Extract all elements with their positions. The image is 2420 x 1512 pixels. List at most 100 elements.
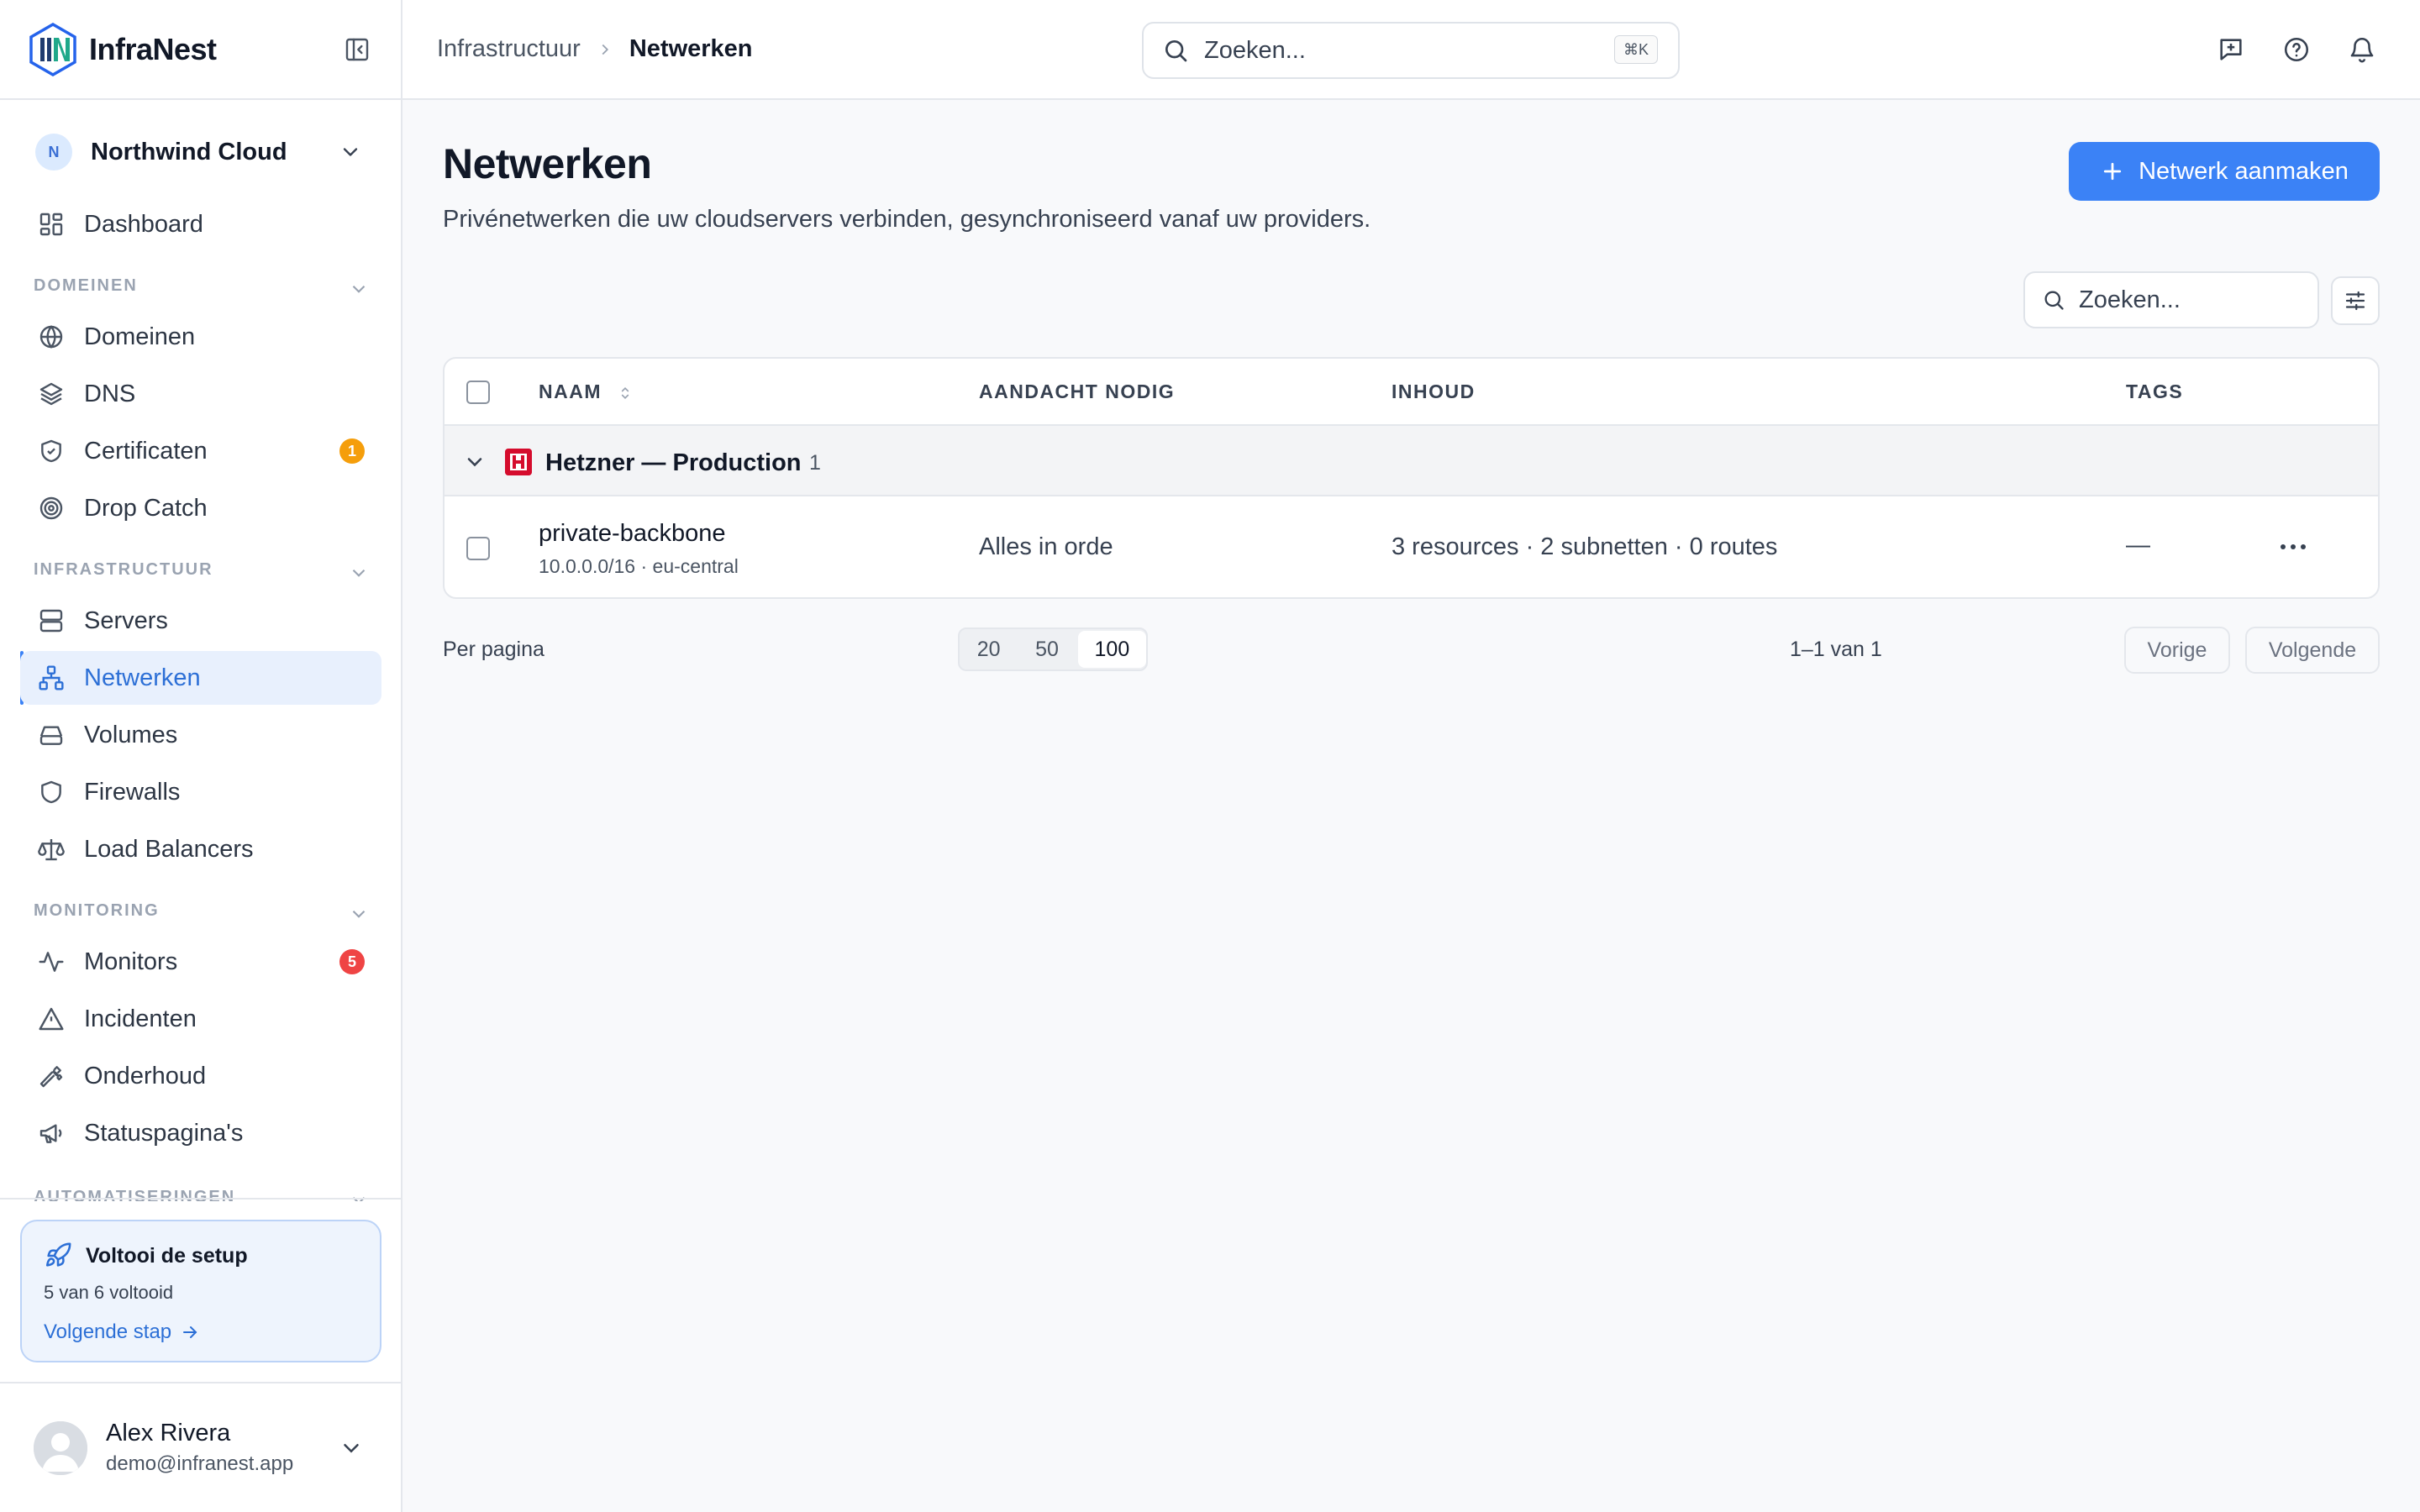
network-name[interactable]: private-backbone — [539, 520, 725, 548]
breadcrumb-infrastructuur[interactable]: Infrastructuur — [437, 35, 581, 63]
divider — [0, 1198, 401, 1200]
app-logo[interactable]: InfraNest — [29, 22, 217, 76]
hard-drive-icon — [37, 721, 66, 749]
collapse-sidebar-button[interactable] — [344, 36, 371, 63]
user-email: demo@infranest.app — [106, 1452, 294, 1475]
org-switcher[interactable]: N Northwind Cloud — [0, 115, 401, 189]
section-label: DOMEINEN — [34, 276, 138, 295]
bell-icon[interactable] — [2348, 35, 2376, 64]
sidebar-item-incidenten[interactable]: Incidenten — [20, 992, 381, 1046]
sort-icon — [621, 386, 629, 399]
network-content: 3 resources · 2 subnetten · 0 routes — [1392, 533, 1778, 560]
page-size-100[interactable]: 100 — [1077, 631, 1147, 668]
chevron-down-icon — [343, 148, 358, 156]
sidebar-item-label: Certificaten — [84, 437, 208, 465]
sidebar-item-statuspaginas[interactable]: Statuspagina's — [20, 1106, 381, 1160]
group-row-hetzner[interactable]: Hetzner — Production 1 — [445, 426, 2378, 496]
per-page-label: Per pagina — [443, 638, 544, 661]
org-name: Northwind Cloud — [91, 138, 287, 165]
previous-page-button[interactable]: Vorige — [2124, 627, 2230, 674]
chevron-right-icon — [602, 44, 608, 55]
sidebar-item-dashboard[interactable]: Dashboard — [20, 197, 381, 251]
wrench-icon — [37, 1062, 66, 1090]
sidebar-toggle-icon — [345, 38, 369, 61]
sidebar-item-netwerken[interactable]: Netwerken — [20, 651, 381, 705]
sidebar-item-onderhoud[interactable]: Onderhoud — [20, 1049, 381, 1103]
user-menu[interactable]: Alex Rivera demo@infranest.app — [0, 1382, 401, 1512]
shield-icon — [37, 778, 66, 806]
networks-table: NAAM AANDACHT NODIG INHOUD TAGS Hetzner … — [443, 357, 2380, 599]
feedback-icon[interactable] — [2217, 35, 2245, 64]
column-header-aandacht: AANDACHT NODIG — [979, 381, 1176, 402]
sidebar-item-drop-catch[interactable]: Drop Catch — [20, 481, 381, 535]
select-all-checkbox[interactable] — [466, 381, 490, 404]
main-content: Infrastructuur Netwerken Zoeken... ⌘K Ne… — [402, 0, 2420, 1512]
section-domains-toggle[interactable]: DOMEINEN — [34, 276, 370, 302]
sidebar: InfraNest N Northwind Cloud Dashboard DO… — [0, 0, 402, 1512]
app-name: InfraNest — [89, 31, 217, 66]
sidebar-item-monitors[interactable]: Monitors 5 — [20, 935, 381, 989]
target-icon — [37, 494, 66, 522]
chevron-down-icon — [352, 910, 366, 918]
monitors-count-badge: 5 — [339, 949, 365, 974]
help-icon[interactable] — [2282, 35, 2311, 64]
sidebar-item-label: Onderhoud — [84, 1062, 207, 1089]
sidebar-item-volumes[interactable]: Volumes — [20, 708, 381, 762]
sidebar-item-dns[interactable]: DNS — [20, 367, 381, 421]
arrow-right-icon — [183, 1326, 197, 1338]
column-label: NAAM — [539, 381, 602, 402]
chevron-down-icon — [344, 1444, 359, 1453]
infranest-logo-icon — [29, 22, 76, 76]
sidebar-item-certificaten[interactable]: Certificaten 1 — [20, 424, 381, 478]
section-monitoring-toggle[interactable]: MONITORING — [34, 901, 370, 927]
table-search-input[interactable]: Zoeken... — [2023, 271, 2319, 328]
column-settings-button[interactable] — [2331, 276, 2380, 325]
layers-icon — [37, 380, 66, 408]
user-silhouette-icon — [34, 1420, 87, 1475]
column-header-naam[interactable]: NAAM — [539, 381, 634, 403]
sidebar-item-label: Load Balancers — [84, 835, 254, 863]
page-title: Netwerken — [443, 140, 652, 187]
sidebar-item-domeinen[interactable]: Domeinen — [20, 310, 381, 364]
section-label: INFRASTRUCTUUR — [34, 560, 213, 579]
hetzner-logo-icon — [505, 449, 532, 475]
row-checkbox[interactable] — [466, 537, 490, 560]
sidebar-item-label: Servers — [84, 606, 168, 634]
sidebar-item-label: Dashboard — [84, 210, 203, 238]
sidebar-item-load-balancers[interactable]: Load Balancers — [20, 822, 381, 876]
rocket-icon — [45, 1242, 71, 1267]
topbar-actions — [2217, 35, 2376, 64]
next-page-button[interactable]: Volgende — [2245, 627, 2380, 674]
column-header-inhoud: INHOUD — [1392, 381, 1476, 402]
shortcut-hint: ⌘K — [1613, 35, 1658, 64]
sidebar-item-firewalls[interactable]: Firewalls — [20, 765, 381, 819]
search-placeholder: Zoeken... — [1204, 36, 1306, 64]
next-step-label: Volgende stap — [44, 1320, 172, 1343]
table-header: NAAM AANDACHT NODIG INHOUD TAGS — [445, 359, 2378, 426]
table-row[interactable]: private-backbone 10.0.0.0/16 · eu-centra… — [445, 496, 2378, 597]
chevron-down-icon — [352, 285, 366, 293]
global-search-input[interactable]: Zoeken... ⌘K — [1142, 22, 1680, 79]
server-icon — [37, 606, 66, 635]
create-network-button[interactable]: Netwerk aanmaken — [2069, 142, 2380, 201]
sidebar-item-label: Drop Catch — [84, 494, 208, 522]
next-step-link[interactable]: Volgende stap — [44, 1320, 358, 1344]
sidebar-item-label: Incidenten — [84, 1005, 197, 1032]
page-size-50[interactable]: 50 — [1018, 631, 1076, 668]
breadcrumb-current: Netwerken — [629, 35, 753, 62]
section-infra-toggle[interactable]: INFRASTRUCTUUR — [34, 560, 370, 585]
chevron-down-icon[interactable] — [463, 450, 487, 474]
alert-triangle-icon — [37, 1005, 66, 1033]
page-size-20[interactable]: 20 — [960, 631, 1018, 668]
sidebar-item-servers[interactable]: Servers — [20, 594, 381, 648]
create-network-label: Netwerk aanmaken — [2139, 157, 2349, 185]
avatar — [34, 1420, 87, 1475]
org-avatar: N — [35, 134, 72, 171]
sidebar-header: InfraNest — [0, 0, 401, 100]
breadcrumb: Infrastructuur Netwerken — [437, 35, 753, 63]
setup-progress-card: Voltooi de setup 5 van 6 voltooid Volgen… — [20, 1220, 381, 1362]
sidebar-item-label: Netwerken — [84, 664, 201, 691]
activity-icon — [37, 948, 66, 976]
column-header-tags: TAGS — [2126, 381, 2184, 402]
more-horizontal-icon[interactable] — [2276, 537, 2310, 557]
